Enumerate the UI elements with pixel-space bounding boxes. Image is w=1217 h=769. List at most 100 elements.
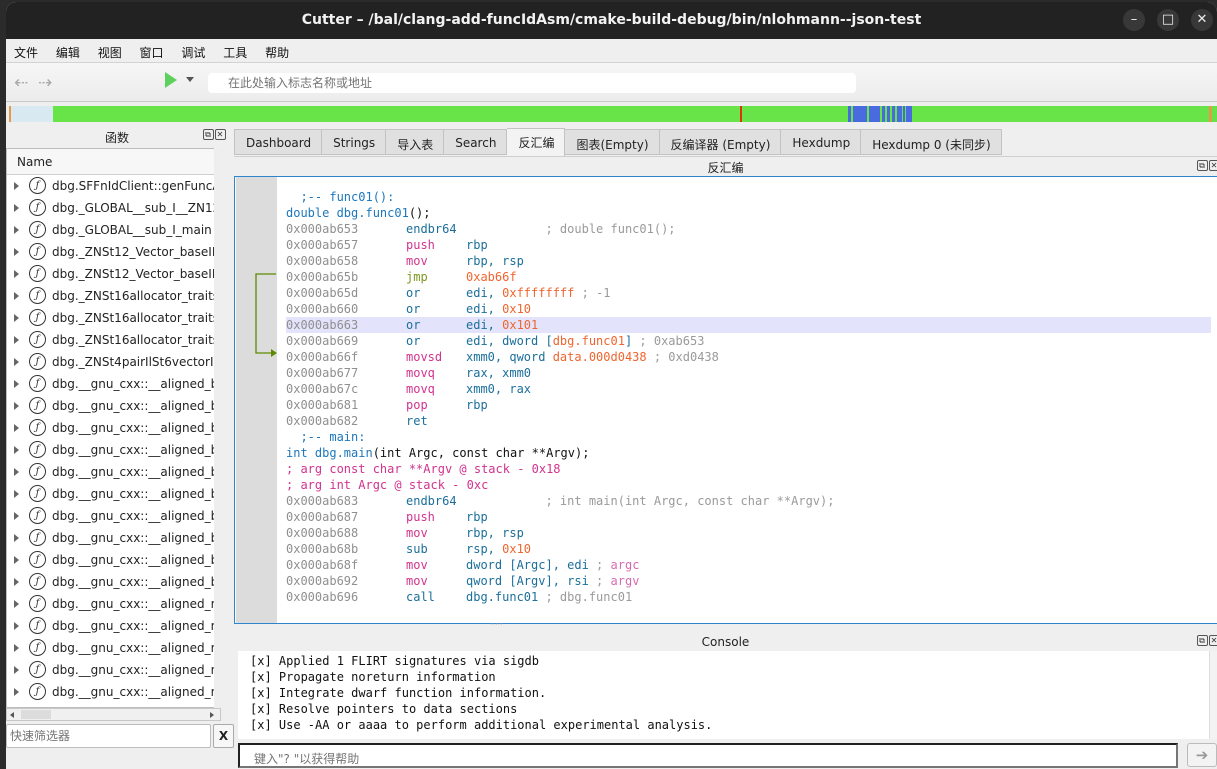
address-input[interactable] — [208, 73, 856, 93]
expand-arrow-icon[interactable] — [14, 248, 19, 256]
splitter-handle[interactable]: ····· — [490, 620, 503, 629]
expand-arrow-icon[interactable] — [14, 666, 19, 674]
maximize-button[interactable]: □ — [1157, 9, 1179, 31]
expand-arrow-icon[interactable] — [14, 600, 19, 608]
function-list-item[interactable]: ƒ dbg.__gnu_cxx::__aligned_bu — [7, 461, 220, 483]
address[interactable]: 0x000ab68f — [286, 557, 406, 573]
function-list-item[interactable]: ƒ dbg._ZNSt16allocator_traitsIS — [7, 285, 220, 307]
expand-arrow-icon[interactable] — [14, 182, 19, 190]
navbar-segment[interactable] — [1209, 106, 1212, 122]
expand-arrow-icon[interactable] — [14, 270, 19, 278]
address[interactable]: 0x000ab657 — [286, 237, 406, 253]
instruction-line[interactable]: 0x000ab658 mov rbp, rsp — [286, 253, 1211, 269]
instruction-line[interactable]: 0x000ab65d or edi, 0xffffffff ; -1 — [286, 285, 1211, 301]
scroll-left-icon[interactable] — [10, 712, 14, 718]
expand-arrow-icon[interactable] — [14, 578, 19, 586]
instruction-line[interactable]: 0x000ab669 or edi, dword [dbg.func01] ; 0x… — [286, 333, 1211, 349]
function-list-item[interactable]: ƒ dbg.__gnu_cxx::__aligned_m — [7, 637, 220, 659]
expand-arrow-icon[interactable] — [14, 314, 19, 322]
menu-debug[interactable]: 调试 — [173, 39, 211, 61]
instruction-line[interactable]: 0x000ab66f movsd xmm0, qword data.000d0438… — [286, 349, 1211, 365]
tab-1[interactable]: Strings — [322, 129, 387, 155]
function-list-item[interactable]: ƒ dbg._ZNSt16allocator_traitsIS — [7, 329, 220, 351]
tab-7[interactable]: Hexdump — [781, 129, 862, 155]
close-dock-icon[interactable]: ✕ — [1209, 160, 1217, 171]
expand-arrow-icon[interactable] — [14, 446, 19, 454]
expand-arrow-icon[interactable] — [14, 534, 19, 542]
address[interactable]: 0x000ab660 — [286, 301, 406, 317]
tab-8[interactable]: Hexdump 0 (未同步) — [861, 129, 1002, 155]
scroll-right-icon[interactable] — [210, 712, 214, 718]
address[interactable]: 0x000ab692 — [286, 573, 406, 589]
instruction-line[interactable]: 0x000ab653 endbr64 ; double func01(); — [286, 221, 1211, 237]
tab-2[interactable]: 导入表 — [386, 129, 445, 155]
forward-arrow-icon[interactable]: ⇢ — [38, 73, 52, 93]
function-list-item[interactable]: ƒ dbg._ZNSt12_Vector_baseINS — [7, 263, 220, 285]
instruction-line[interactable]: 0x000ab68b sub rsp, 0x10 — [286, 541, 1211, 557]
functions-horizontal-scrollbar[interactable] — [6, 708, 221, 721]
navbar-segment[interactable] — [853, 106, 867, 122]
address[interactable]: 0x000ab68b — [286, 541, 406, 557]
address[interactable]: 0x000ab683 — [286, 493, 406, 509]
name-column-header[interactable]: Name — [7, 149, 220, 175]
float-dock-icon[interactable]: ⧉ — [1197, 635, 1208, 646]
instruction-line[interactable]: 0x000ab67c movq xmm0, rax — [286, 381, 1211, 397]
navbar-segment[interactable] — [848, 106, 851, 122]
function-list-item[interactable]: ƒ dbg.__gnu_cxx::__aligned_m — [7, 593, 220, 615]
expand-arrow-icon[interactable] — [14, 468, 19, 476]
address[interactable]: 0x000ab696 — [286, 589, 406, 605]
instruction-line[interactable]: 0x000ab682 ret — [286, 413, 1211, 429]
tab-3[interactable]: Search — [444, 129, 508, 155]
instruction-line[interactable]: 0x000ab677 movq rax, xmm0 — [286, 365, 1211, 381]
tab-4[interactable]: 反汇编 — [507, 128, 566, 156]
function-list-item[interactable]: ƒ dbg.__gnu_cxx::__aligned_bu — [7, 395, 220, 417]
function-list-item[interactable]: ƒ dbg.__gnu_cxx::__aligned_bu — [7, 549, 220, 571]
function-list-item[interactable]: ƒ dbg.__gnu_cxx::__aligned_m — [7, 659, 220, 681]
expand-arrow-icon[interactable] — [14, 204, 19, 212]
expand-arrow-icon[interactable] — [14, 622, 19, 630]
debug-options-dropdown-icon[interactable] — [186, 77, 194, 82]
address[interactable]: 0x000ab688 — [286, 525, 406, 541]
instruction-line[interactable]: 0x000ab68f mov dword [Argc], edi ; argc — [286, 557, 1211, 573]
float-dock-icon[interactable]: ⧉ — [1197, 160, 1208, 171]
disasm-line[interactable]: ; arg int Argc @ stack - 0xc — [286, 477, 1211, 493]
execute-arrow-icon[interactable]: ➔ — [1187, 743, 1217, 767]
function-list-item[interactable]: ƒ dbg.__gnu_cxx::__aligned_bu — [7, 373, 220, 395]
menu-tools[interactable]: 工具 — [215, 39, 253, 61]
navbar-segment[interactable] — [897, 106, 902, 122]
function-list-item[interactable]: ƒ dbg.SFFnIdClient::genFuncAb — [7, 175, 220, 197]
navbar-segment[interactable] — [892, 106, 895, 122]
address[interactable]: 0x000ab677 — [286, 365, 406, 381]
instruction-line[interactable]: 0x000ab65b jmp 0xab66f — [286, 269, 1211, 285]
start-debug-play-icon[interactable] — [165, 72, 177, 88]
disasm-line[interactable]: ;-- main: — [286, 429, 1211, 445]
menu-window[interactable]: 窗口 — [132, 39, 170, 61]
tab-5[interactable]: 图表(Empty) — [565, 129, 660, 155]
function-list-item[interactable]: ƒ dbg.__gnu_cxx::__aligned_m — [7, 615, 220, 637]
instruction-line[interactable]: 0x000ab683 endbr64 ; int main(int Argc, c… — [286, 493, 1211, 509]
address[interactable]: 0x000ab682 — [286, 413, 406, 429]
navbar-segment[interactable] — [869, 106, 880, 122]
expand-arrow-icon[interactable] — [14, 556, 19, 564]
console-input[interactable] — [238, 743, 1178, 768]
minimize-button[interactable]: – — [1123, 9, 1145, 31]
function-list-item[interactable]: ƒ dbg.__gnu_cxx::__aligned_m — [7, 681, 220, 703]
disassembly-view[interactable]: ;-- func01(): double dbg.func01(); 0x000ab… — [234, 176, 1217, 624]
menu-view[interactable]: 视图 — [90, 39, 128, 61]
instruction-line[interactable]: 0x000ab663 or edi, 0x101 — [286, 317, 1211, 333]
clear-filter-button[interactable]: X — [213, 724, 234, 748]
expand-arrow-icon[interactable] — [14, 490, 19, 498]
expand-arrow-icon[interactable] — [14, 336, 19, 344]
visual-navbar[interactable] — [9, 106, 1217, 122]
function-list-item[interactable]: ƒ dbg.__gnu_cxx::__aligned_bu — [7, 439, 220, 461]
instruction-line[interactable]: 0x000ab660 or edi, 0x10 — [286, 301, 1211, 317]
expand-arrow-icon[interactable] — [14, 644, 19, 652]
navbar-segment[interactable] — [11, 106, 53, 122]
navbar-segment[interactable] — [906, 106, 912, 122]
address[interactable]: 0x000ab663 — [286, 317, 406, 333]
expand-arrow-icon[interactable] — [14, 380, 19, 388]
instruction-line[interactable]: 0x000ab696 call dbg.func01 ; dbg.func01 — [286, 589, 1211, 605]
close-dock-icon[interactable]: ✕ — [1209, 635, 1217, 646]
instruction-line[interactable]: 0x000ab692 mov qword [Argv], rsi ; argv — [286, 573, 1211, 589]
close-dock-icon[interactable]: ✕ — [215, 129, 226, 140]
